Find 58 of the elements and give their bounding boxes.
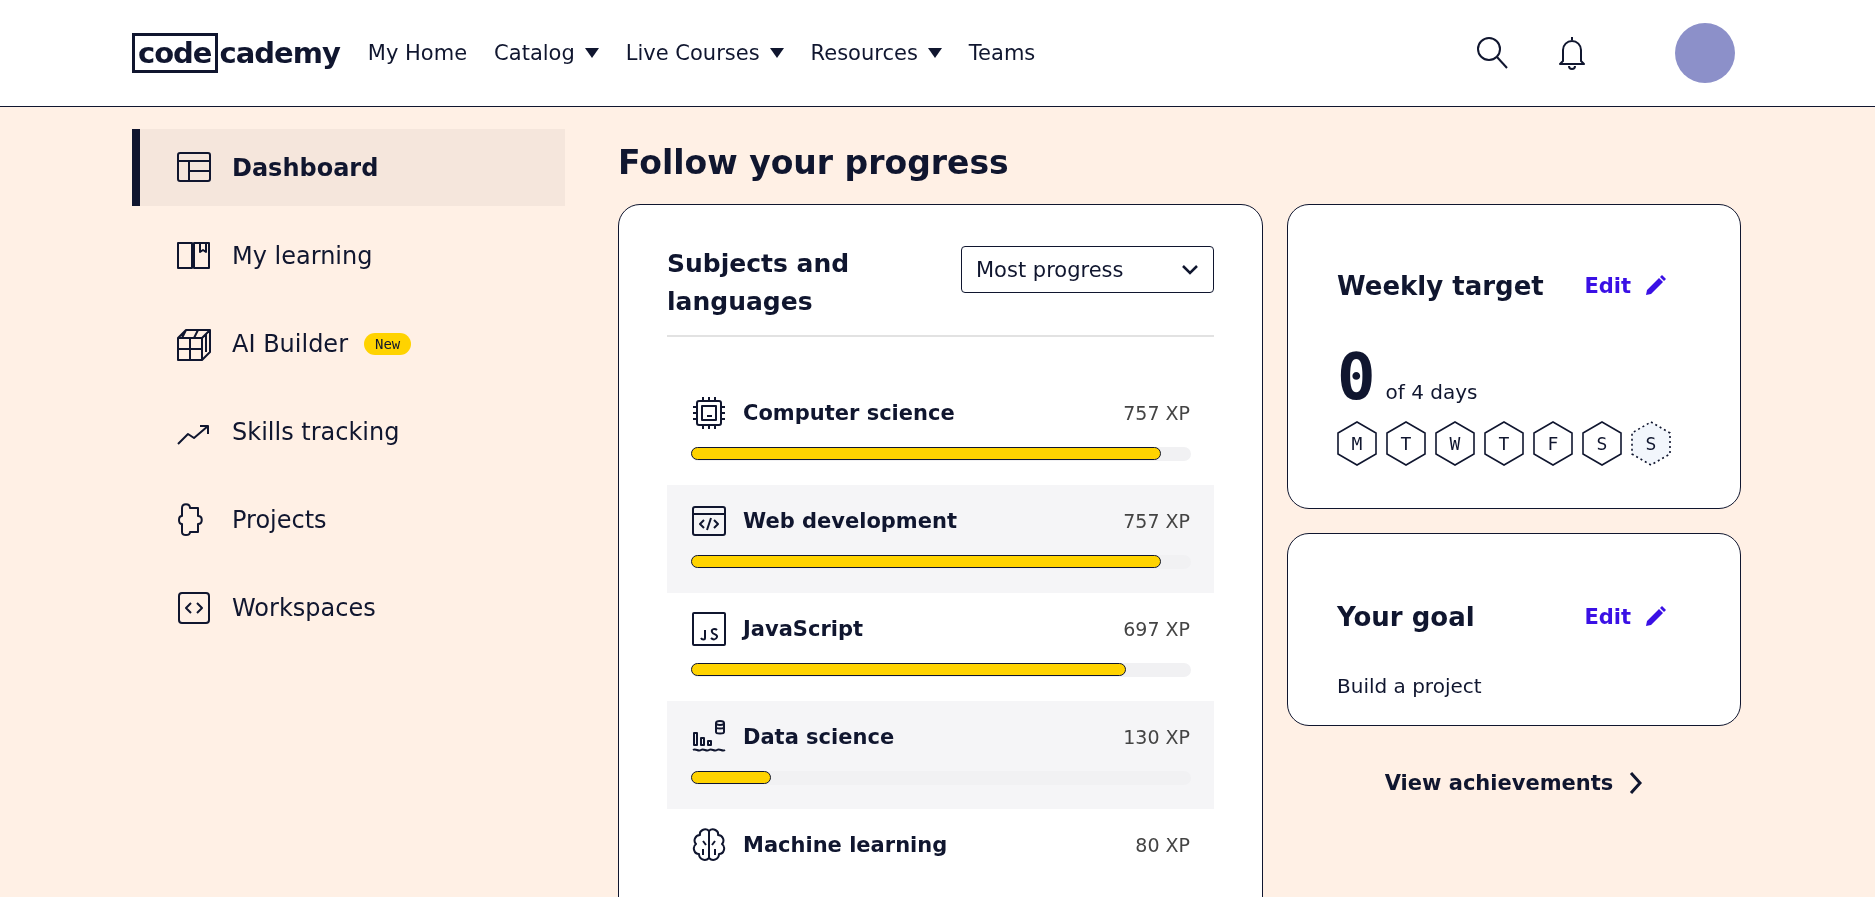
chip-icon bbox=[691, 395, 727, 431]
card-title: Your goal bbox=[1337, 602, 1475, 632]
xp-count: 757 XP bbox=[1123, 510, 1190, 532]
nav-link[interactable]: My Home bbox=[367, 37, 468, 69]
card-title: Subjects and languages bbox=[667, 248, 851, 318]
pencil-icon bbox=[1643, 605, 1667, 629]
chevron-down-icon bbox=[1181, 263, 1199, 276]
xp-count: 80 XP bbox=[1135, 834, 1190, 856]
subject-row[interactable]: Data science 130 XP bbox=[667, 701, 1214, 809]
code-window-icon bbox=[691, 503, 727, 539]
search-icon bbox=[1475, 35, 1509, 71]
subject-name: Machine learning bbox=[743, 833, 949, 857]
xp-count: 697 XP bbox=[1123, 618, 1190, 640]
xp-count: 130 XP bbox=[1123, 726, 1190, 748]
avatar[interactable] bbox=[1675, 23, 1735, 83]
pencil-icon bbox=[1643, 274, 1667, 298]
edit-button[interactable]: Edit bbox=[1584, 274, 1667, 298]
subject-name: Web development bbox=[743, 509, 958, 533]
nav-dropdown[interactable]: Catalog bbox=[494, 37, 599, 69]
day-hexagon: W bbox=[1435, 421, 1475, 466]
sidebar-item[interactable]: AI Builder New bbox=[132, 305, 565, 382]
chevron-right-icon bbox=[1629, 771, 1644, 795]
logo-text[interactable]: code bbox=[132, 33, 218, 73]
sidebar-item[interactable]: Projects bbox=[132, 481, 565, 558]
nav-link[interactable]: Teams bbox=[968, 37, 1036, 69]
card-title: Weekly target bbox=[1337, 271, 1544, 301]
days-count: 0 bbox=[1337, 341, 1376, 413]
js-file-icon bbox=[691, 611, 727, 647]
subject-name: Computer science bbox=[743, 401, 956, 425]
xp-count: 757 XP bbox=[1123, 402, 1190, 424]
new-badge: New bbox=[364, 332, 412, 355]
bell-icon bbox=[1557, 35, 1587, 71]
edit-button[interactable]: Edit bbox=[1584, 605, 1667, 629]
subject-name: JavaScript bbox=[743, 617, 865, 641]
nav-dropdown[interactable]: Live Courses bbox=[625, 37, 784, 69]
subject-name: Data science bbox=[743, 725, 896, 749]
target-text: of 4 days bbox=[1385, 380, 1478, 404]
day-hexagon: S bbox=[1631, 421, 1671, 466]
day-hexagon: M bbox=[1337, 421, 1377, 466]
day-hexagon: T bbox=[1484, 421, 1524, 466]
sidebar-item[interactable]: Workspaces bbox=[132, 569, 565, 646]
code-icon bbox=[176, 589, 212, 626]
logo-text[interactable]: cademy bbox=[217, 36, 340, 70]
day-hexagon: S bbox=[1582, 421, 1622, 466]
day-hexagon: F bbox=[1533, 421, 1573, 466]
sidebar-item[interactable]: Skills tracking bbox=[132, 393, 565, 470]
nav-dropdown[interactable]: Resources bbox=[810, 37, 942, 69]
search-button[interactable] bbox=[1475, 35, 1509, 71]
notifications-button[interactable] bbox=[1557, 35, 1587, 71]
view-achievements-link[interactable]: View achievements bbox=[1378, 770, 1650, 796]
sort-dropdown[interactable]: Most progress bbox=[961, 246, 1214, 293]
sidebar-item[interactable]: Dashboard bbox=[132, 129, 565, 206]
sidebar-item[interactable]: My learning bbox=[132, 217, 565, 294]
subject-row[interactable]: Web development 757 XP bbox=[667, 485, 1214, 593]
page-title: Follow your progress bbox=[618, 143, 1010, 182]
brain-circuit-icon bbox=[691, 827, 727, 863]
day-hexagon: T bbox=[1386, 421, 1426, 466]
goal-text: Build a project bbox=[1337, 674, 1483, 698]
